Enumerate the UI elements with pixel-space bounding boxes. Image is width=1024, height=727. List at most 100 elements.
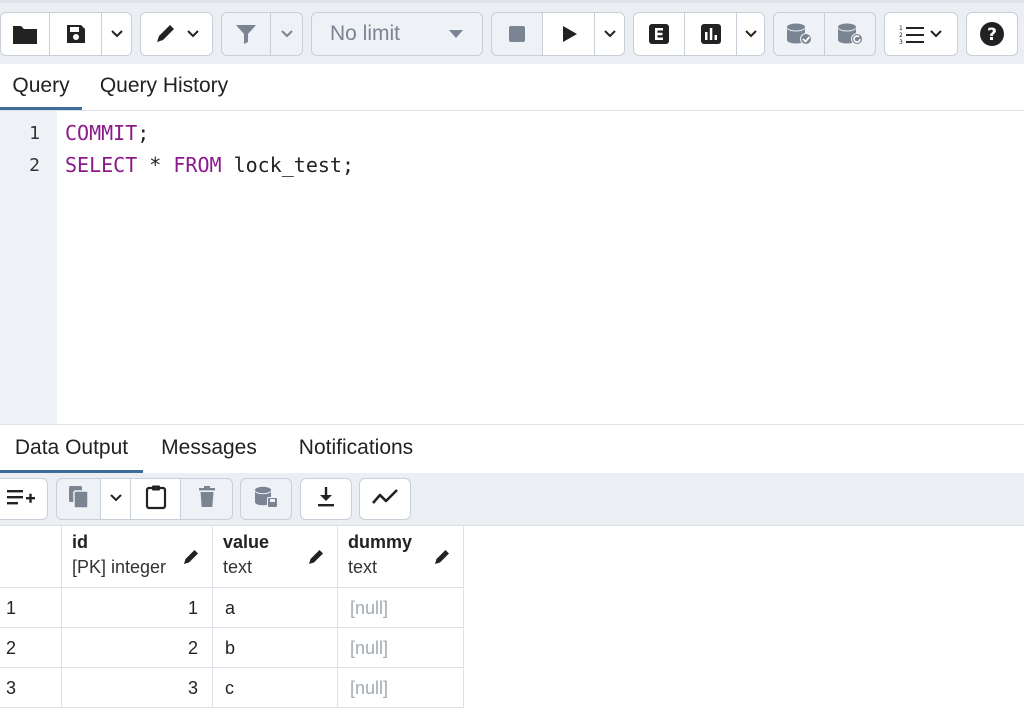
row-limit-select[interactable]: No limit [311, 12, 483, 56]
row-header[interactable]: 1 [0, 588, 62, 628]
svg-text:1: 1 [899, 25, 903, 32]
explain-button[interactable] [633, 12, 685, 56]
column-type: text [348, 557, 378, 577]
tab-notifications-label: Notifications [298, 436, 414, 459]
filter-icon [235, 23, 257, 45]
table-cell[interactable]: 3 [62, 668, 213, 708]
svg-text:?: ? [987, 25, 997, 45]
svg-text:2: 2 [899, 32, 903, 39]
row-header[interactable]: 2 [0, 628, 62, 668]
cell-null-value: [null] [350, 598, 389, 618]
sql-editor[interactable]: 1 2 COMMIT; SELECT * FROM lock_test; [0, 111, 1024, 424]
pencil-icon[interactable] [307, 548, 325, 571]
stop-button[interactable] [491, 12, 543, 56]
code-text: ; [137, 121, 150, 145]
chevron-down-icon [186, 29, 200, 39]
chevron-down-icon [280, 29, 294, 39]
column-name: dummy [348, 532, 413, 552]
column-header-id[interactable]: id [PK] integer [62, 526, 213, 588]
database-check-icon [785, 22, 813, 46]
row-header[interactable]: 3 [0, 668, 62, 708]
cell-null-value: [null] [350, 638, 389, 658]
code-line[interactable]: COMMIT; [65, 121, 149, 145]
rollback-button[interactable] [825, 12, 876, 56]
clipboard-icon [145, 484, 167, 515]
svg-text:3: 3 [899, 39, 903, 45]
line-number: 2 [29, 155, 40, 176]
copy-dropdown-button[interactable] [101, 478, 131, 520]
paste-button[interactable] [131, 478, 181, 520]
help-icon: ? [979, 21, 1005, 47]
cell-value: c [225, 678, 234, 698]
table-cell[interactable]: [null] [338, 668, 464, 708]
pencil-icon[interactable] [433, 548, 451, 571]
macros-button[interactable]: 123 [884, 12, 958, 56]
database-save-icon [253, 485, 279, 514]
caret-down-icon [448, 29, 464, 39]
tab-data-output-label: Data Output [14, 436, 129, 459]
table-cell[interactable]: b [213, 628, 338, 668]
explain-icon [648, 23, 670, 45]
cell-value: a [225, 598, 236, 618]
cell-null-value: [null] [350, 678, 389, 698]
delete-row-button[interactable] [181, 478, 233, 520]
chevron-down-icon [929, 29, 943, 39]
copy-icon [67, 484, 91, 515]
column-type: [PK] integer [72, 557, 167, 577]
trash-icon [197, 485, 217, 514]
database-rollback-icon [836, 22, 864, 46]
code-text: * [137, 153, 174, 177]
download-button[interactable] [300, 478, 352, 520]
chevron-down-icon [603, 29, 617, 39]
grid-corner[interactable] [0, 526, 62, 588]
table-cell[interactable]: 1 [62, 588, 213, 628]
sql-keyword: COMMIT [65, 121, 138, 145]
save-button[interactable] [50, 12, 102, 56]
code-line[interactable]: SELECT * FROM lock_test; [65, 153, 354, 177]
save-data-button[interactable] [240, 478, 292, 520]
save-dropdown-button[interactable] [102, 12, 132, 56]
table-cell[interactable]: 2 [62, 628, 213, 668]
tab-notifications[interactable]: Notifications [282, 425, 430, 473]
sql-keyword: SELECT [65, 153, 138, 177]
execute-dropdown-button[interactable] [595, 12, 625, 56]
toolbar-top-divider [0, 0, 1024, 3]
sql-keyword: FROM [173, 153, 222, 177]
chevron-down-icon [744, 29, 758, 39]
tab-query[interactable]: Query [0, 64, 82, 110]
numbered-list-icon: 123 [899, 23, 925, 45]
explain-dropdown-button[interactable] [737, 12, 765, 56]
explain-analyze-button[interactable] [685, 12, 737, 56]
query-toolbar: No limit 1 2 3 ? [0, 0, 1024, 64]
table-cell[interactable]: a [213, 588, 338, 628]
line-number: 1 [29, 123, 40, 144]
copy-button[interactable] [56, 478, 101, 520]
help-button[interactable]: ? [966, 12, 1018, 56]
query-tab-bar: Query Query History [0, 64, 1024, 111]
add-row-button[interactable] [0, 478, 48, 520]
download-icon [315, 485, 337, 514]
save-icon [65, 23, 87, 45]
tab-messages[interactable]: Messages [150, 425, 268, 473]
tab-data-output[interactable]: Data Output [0, 425, 143, 473]
column-header-value[interactable]: value text [213, 526, 338, 588]
execute-button[interactable] [543, 12, 595, 56]
tab-query-label: Query [12, 74, 70, 97]
commit-button[interactable] [773, 12, 825, 56]
add-row-icon [6, 486, 36, 513]
edit-button[interactable] [140, 12, 213, 56]
output-toolbar [0, 473, 1024, 526]
tab-query-history[interactable]: Query History [88, 64, 240, 110]
filter-dropdown-button[interactable] [271, 12, 303, 56]
table-cell[interactable]: [null] [338, 628, 464, 668]
tab-query-history-label: Query History [99, 74, 229, 97]
stop-icon [507, 24, 527, 44]
cell-value: 1 [187, 598, 198, 618]
filter-button[interactable] [221, 12, 271, 56]
table-cell[interactable]: c [213, 668, 338, 708]
column-header-dummy[interactable]: dummy text [338, 526, 464, 588]
open-file-button[interactable] [0, 12, 50, 56]
table-cell[interactable]: [null] [338, 588, 464, 628]
graph-visualiser-button[interactable] [359, 478, 411, 520]
pencil-icon[interactable] [182, 548, 200, 571]
